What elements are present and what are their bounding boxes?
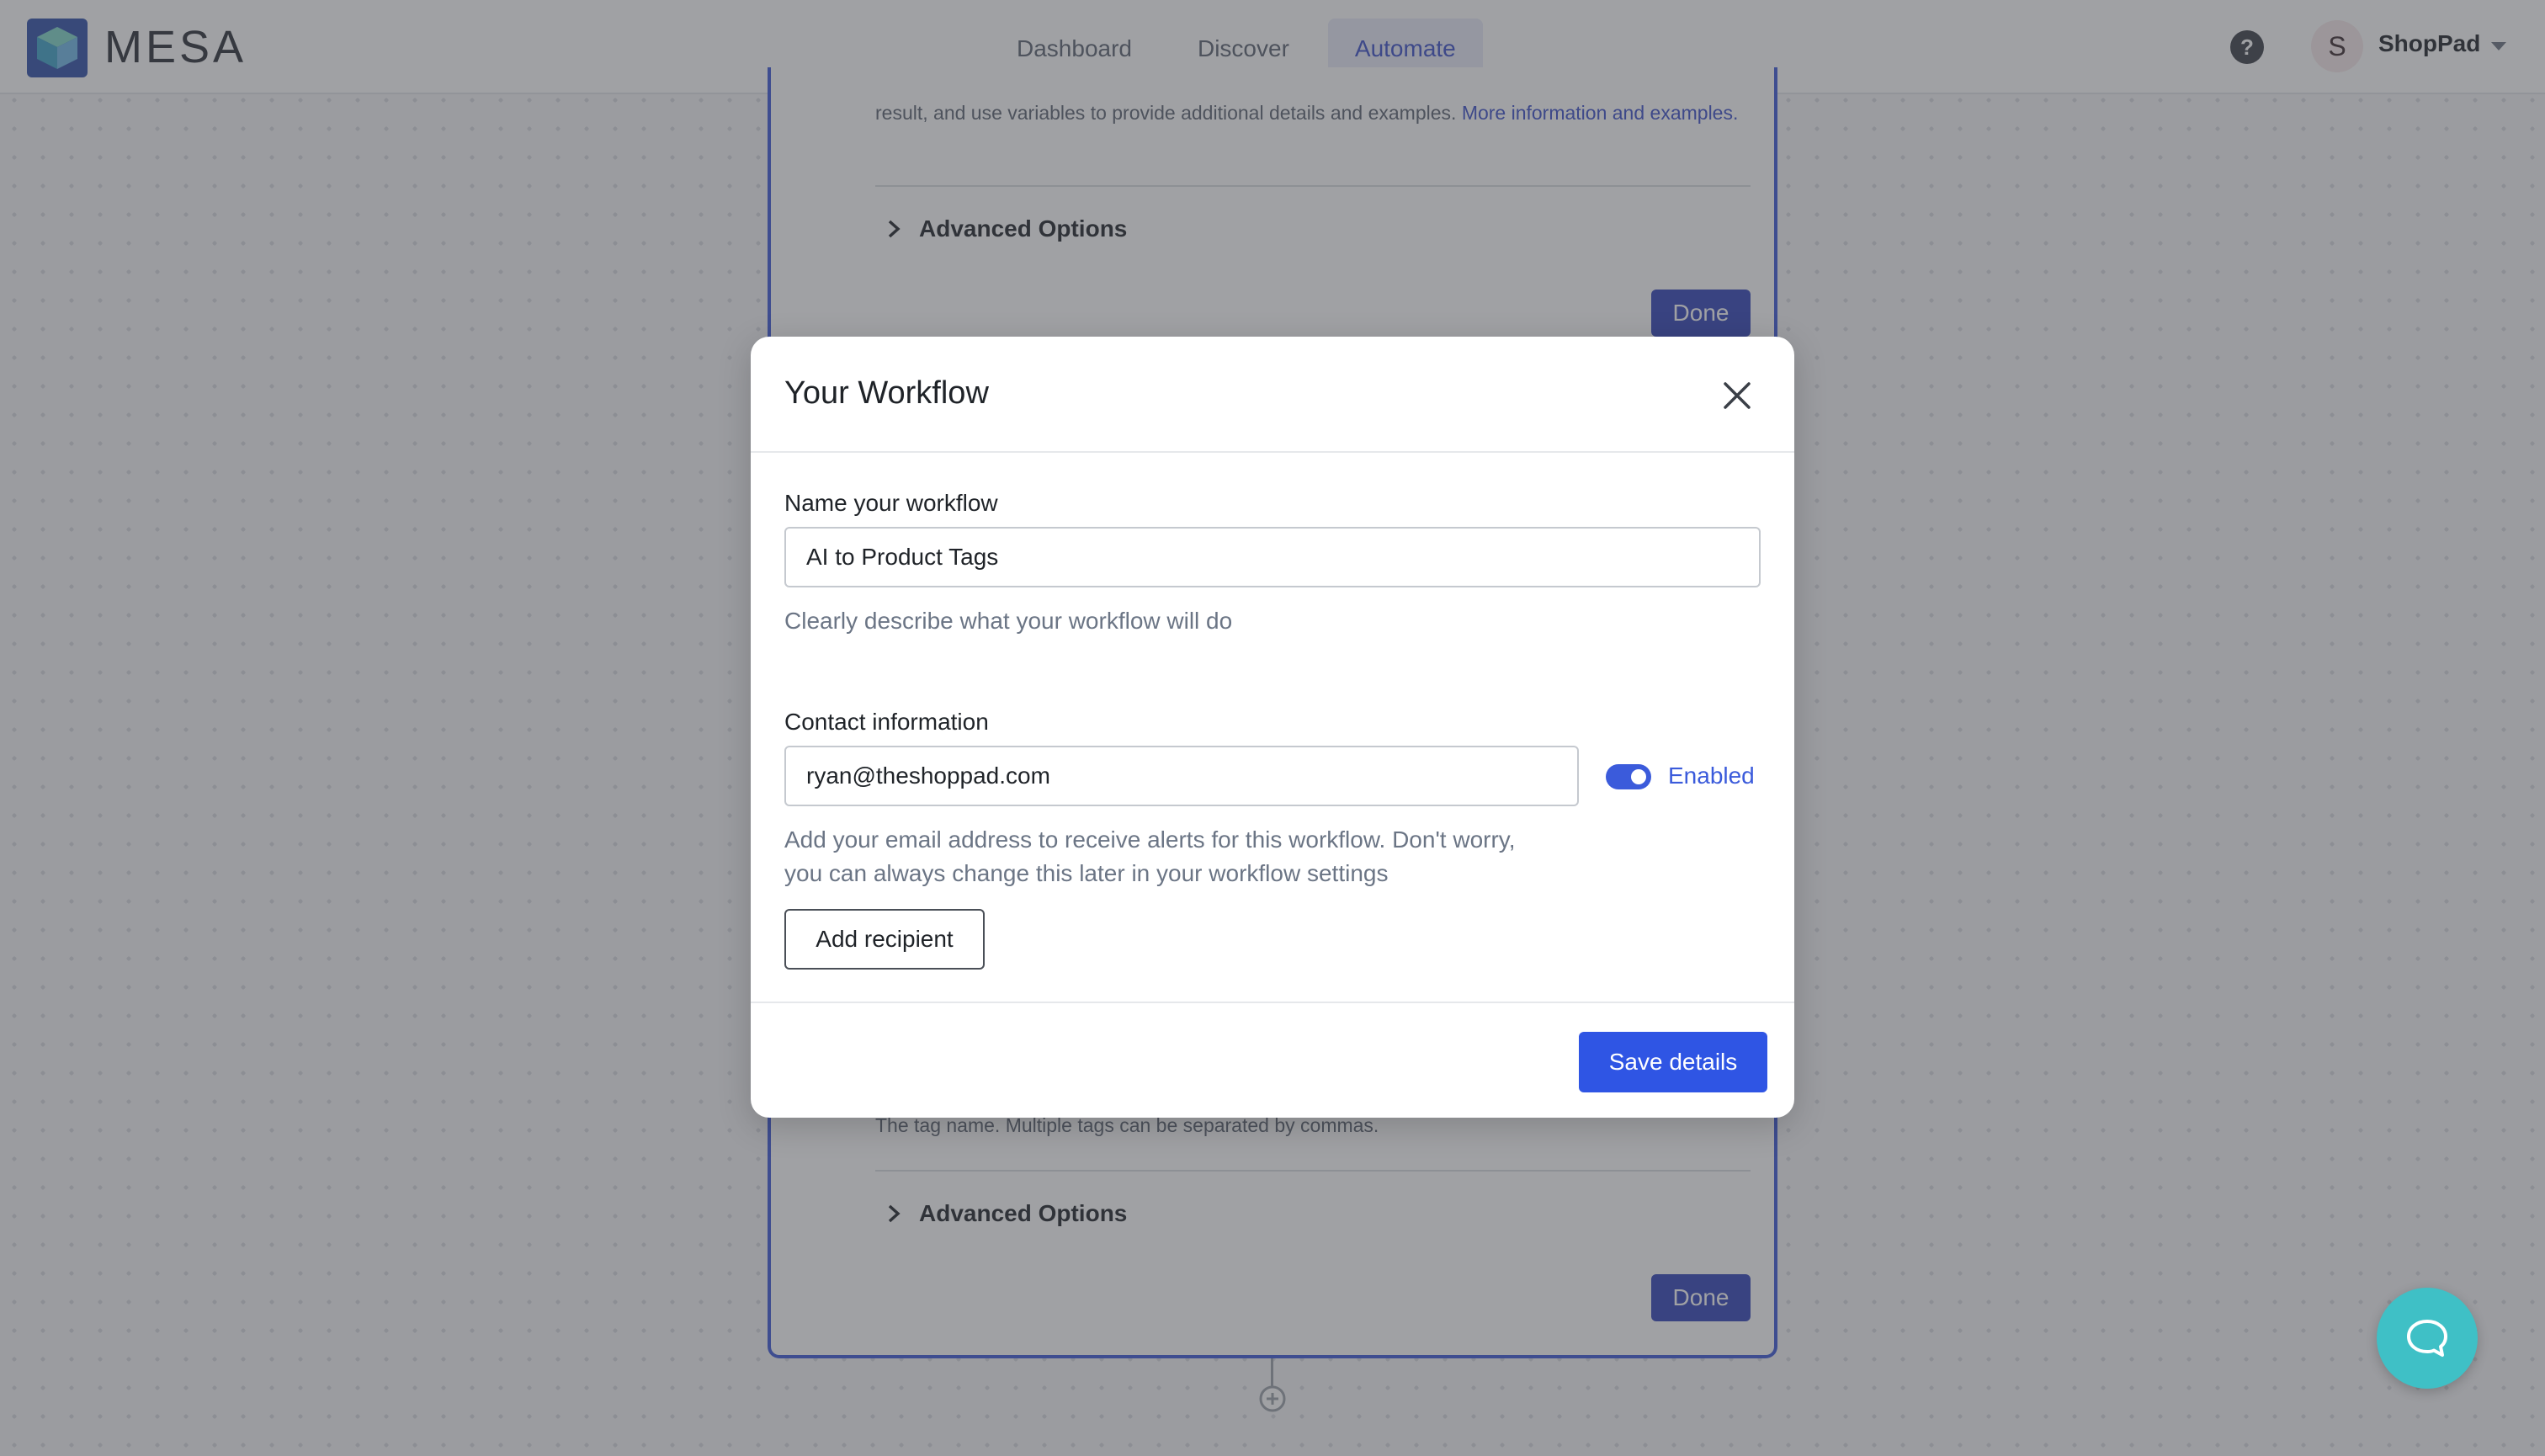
modal-title: Your Workflow: [784, 375, 989, 411]
contact-info-label: Contact information: [784, 709, 989, 735]
modal-footer-divider: [751, 1002, 1794, 1003]
toggle-knob: [1631, 769, 1646, 784]
contact-email-input[interactable]: [784, 746, 1579, 806]
modal-header: Your Workflow: [751, 337, 1794, 453]
chat-bubble-icon: [2407, 1320, 2447, 1357]
close-icon[interactable]: [1720, 379, 1754, 412]
workflow-name-hint: Clearly describe what your workflow will…: [784, 608, 1233, 634]
contact-hint: Add your email address to receive alerts…: [784, 826, 1516, 886]
save-details-button[interactable]: Save details: [1579, 1032, 1767, 1092]
alerts-toggle[interactable]: [1606, 764, 1651, 789]
workflow-details-modal: Your Workflow Name your workflow Clearly…: [751, 337, 1794, 1118]
add-recipient-button[interactable]: Add recipient: [784, 909, 985, 970]
workflow-name-input[interactable]: [784, 527, 1761, 587]
workflow-name-label: Name your workflow: [784, 490, 998, 516]
alerts-toggle-label[interactable]: Enabled: [1668, 763, 1755, 789]
chat-launcher-button[interactable]: [2377, 1288, 2478, 1389]
